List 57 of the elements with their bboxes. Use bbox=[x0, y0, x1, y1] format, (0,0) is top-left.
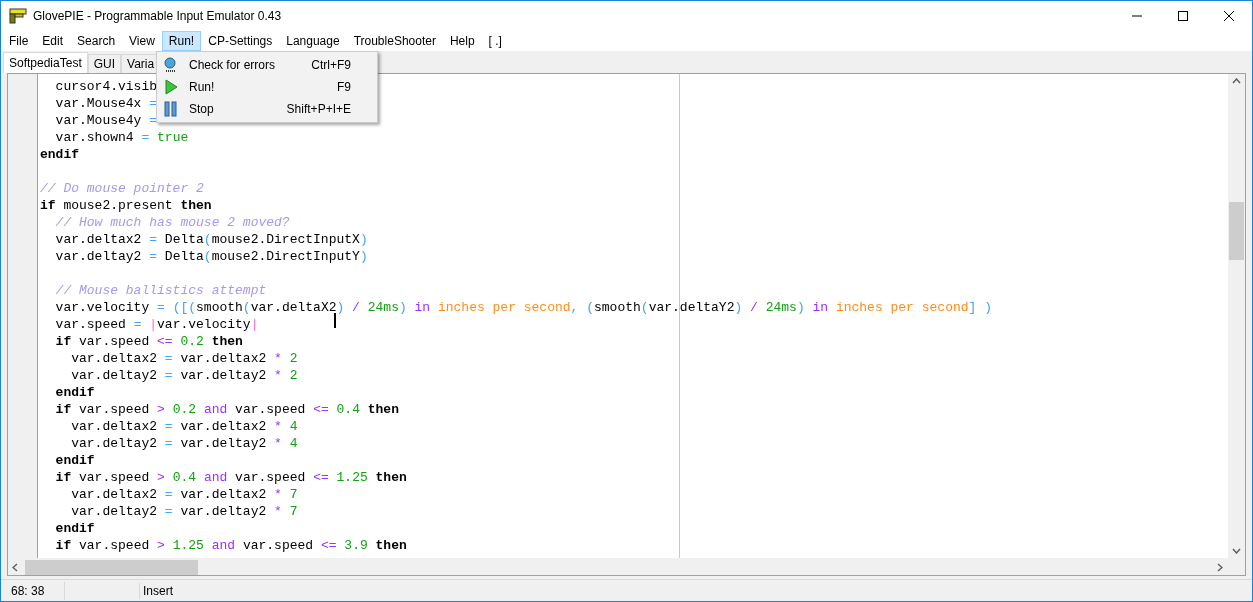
code-line: var.Mouse4y = bbox=[54, 112, 158, 129]
menu-item[interactable]: Run! bbox=[161, 31, 202, 51]
maximize-icon bbox=[1178, 11, 1188, 21]
code-line: // Mouse ballistics attempt bbox=[54, 282, 267, 299]
horizontal-scrollbar[interactable] bbox=[8, 558, 1245, 575]
close-icon bbox=[1224, 11, 1234, 21]
code-line: cursor4.visib bbox=[54, 78, 158, 95]
code-line: var.deltay2 = Delta(mouse2.DirectInputY) bbox=[54, 248, 368, 265]
scrollbar-thumb[interactable] bbox=[1229, 202, 1244, 260]
menu-item[interactable]: CP-Settings bbox=[201, 31, 280, 51]
code-line: endif bbox=[54, 520, 95, 537]
play-icon bbox=[164, 79, 178, 95]
menu-option[interactable]: Run! F9 bbox=[157, 76, 377, 98]
scroll-down-icon bbox=[1232, 548, 1241, 554]
code-line: if var.speed > 0.2 and var.speed <= 0.4 then bbox=[54, 401, 399, 418]
code-line: var.shown4 = true bbox=[54, 129, 189, 146]
menu-item[interactable]: TroubleShooter bbox=[346, 31, 443, 51]
code-line: var.velocity = ([(smooth(var.deltaX2) / 24ms) in inches per second, (smooth(var.deltaY2) / 24ms) in inches per second] ) bbox=[54, 299, 992, 316]
pause-icon bbox=[164, 101, 178, 117]
code-line: endif bbox=[54, 384, 95, 401]
menu-item[interactable]: Language bbox=[279, 31, 347, 51]
edit-mode: Insert bbox=[142, 582, 173, 600]
app-icon bbox=[9, 8, 27, 24]
code-line: endif bbox=[54, 452, 95, 469]
code-line: var.deltax2 = var.deltax2 * 4 bbox=[70, 418, 298, 435]
menu-item[interactable]: [ .] bbox=[481, 31, 509, 51]
menu-option[interactable]: Stop Shift+P+I+E bbox=[157, 98, 377, 120]
menu-item[interactable]: Help bbox=[442, 31, 482, 51]
code-line: // How much has mouse 2 moved? bbox=[54, 214, 290, 231]
code-line: var.deltax2 = var.deltax2 * 7 bbox=[70, 486, 298, 503]
code-line: var.Mouse4x = bbox=[54, 95, 158, 112]
code-line: if var.speed > 1.25 and var.speed <= 3.9 then bbox=[54, 537, 407, 554]
code-line: if mouse2.present then bbox=[39, 197, 212, 214]
code-line: var.speed = |var.velocity| bbox=[54, 316, 259, 333]
code-line: endif bbox=[39, 146, 79, 163]
code-line: var.deltax2 = Delta(mouse2.DirectInputX) bbox=[54, 231, 368, 248]
code-line: var.deltay2 = var.deltay2 * 7 bbox=[70, 503, 298, 520]
window-title: GlovePIE - Programmable Input Emulator 0.43 bbox=[33, 8, 282, 25]
code-line: if var.speed > 0.4 and var.speed <= 1.25 then bbox=[54, 469, 407, 486]
code-line: var.deltay2 = var.deltay2 * 2 bbox=[70, 367, 298, 384]
text-cursor bbox=[334, 313, 336, 328]
cursor-position: 68: 38 bbox=[1, 581, 65, 600]
scroll-left-icon bbox=[12, 562, 18, 572]
code-line: if var.speed <= 0.2 then bbox=[54, 333, 243, 350]
scroll-up-icon bbox=[1232, 78, 1241, 84]
code-line: // Do mouse pointer 2 bbox=[39, 180, 204, 197]
scrollbar-thumb[interactable] bbox=[25, 559, 198, 575]
vertical-scrollbar[interactable] bbox=[1228, 74, 1245, 558]
menu-item[interactable]: View bbox=[122, 31, 162, 51]
scroll-right-icon bbox=[1217, 562, 1223, 572]
tab[interactable]: SoftpediaTest bbox=[3, 52, 88, 73]
code-line: var.deltay2 = var.deltay2 * 4 bbox=[70, 435, 298, 452]
tab[interactable]: GUI bbox=[87, 54, 122, 73]
menu-item[interactable]: Search bbox=[70, 31, 123, 51]
menu-item[interactable]: Edit bbox=[35, 31, 71, 51]
menu-item[interactable]: File bbox=[2, 31, 36, 51]
code-line: var.deltax2 = var.deltax2 * 2 bbox=[70, 350, 298, 367]
